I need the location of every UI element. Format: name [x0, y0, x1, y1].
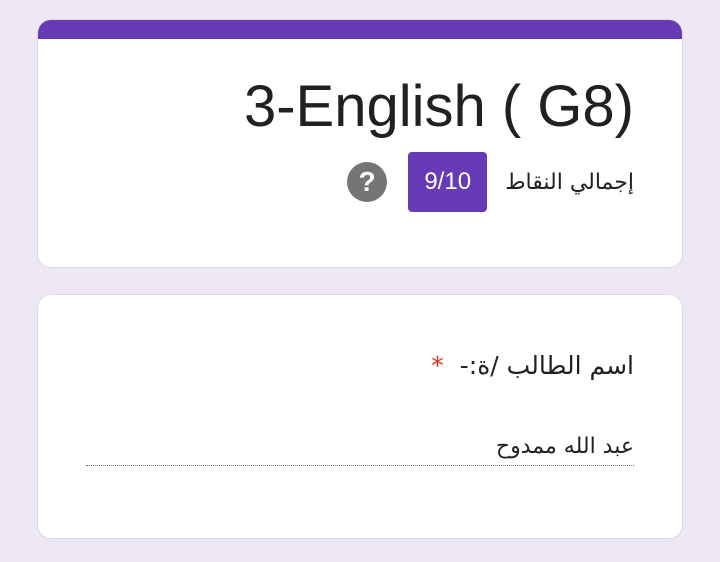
accent-bar	[38, 20, 682, 39]
score-badge: 9/10	[408, 152, 488, 212]
required-marker: *	[431, 351, 444, 380]
question-card: اسم الطالب /ة:- * عبد الله ممدوح	[37, 294, 683, 539]
total-points-label: إجمالي النقاط	[505, 169, 634, 195]
form-header-card: 3-English ( G8) إجمالي النقاط 9/10 ?	[37, 19, 683, 268]
help-icon[interactable]: ?	[347, 162, 388, 202]
form-title: 3-English ( G8)	[243, 74, 634, 139]
answer-value: عبد الله ممدوح	[495, 434, 634, 459]
score-row: إجمالي النقاط 9/10 ?	[347, 152, 634, 212]
question-text: اسم الطالب /ة:-	[459, 351, 634, 380]
answer-field[interactable]: عبد الله ممدوح	[86, 425, 634, 466]
question-title: اسم الطالب /ة:- *	[431, 351, 634, 380]
